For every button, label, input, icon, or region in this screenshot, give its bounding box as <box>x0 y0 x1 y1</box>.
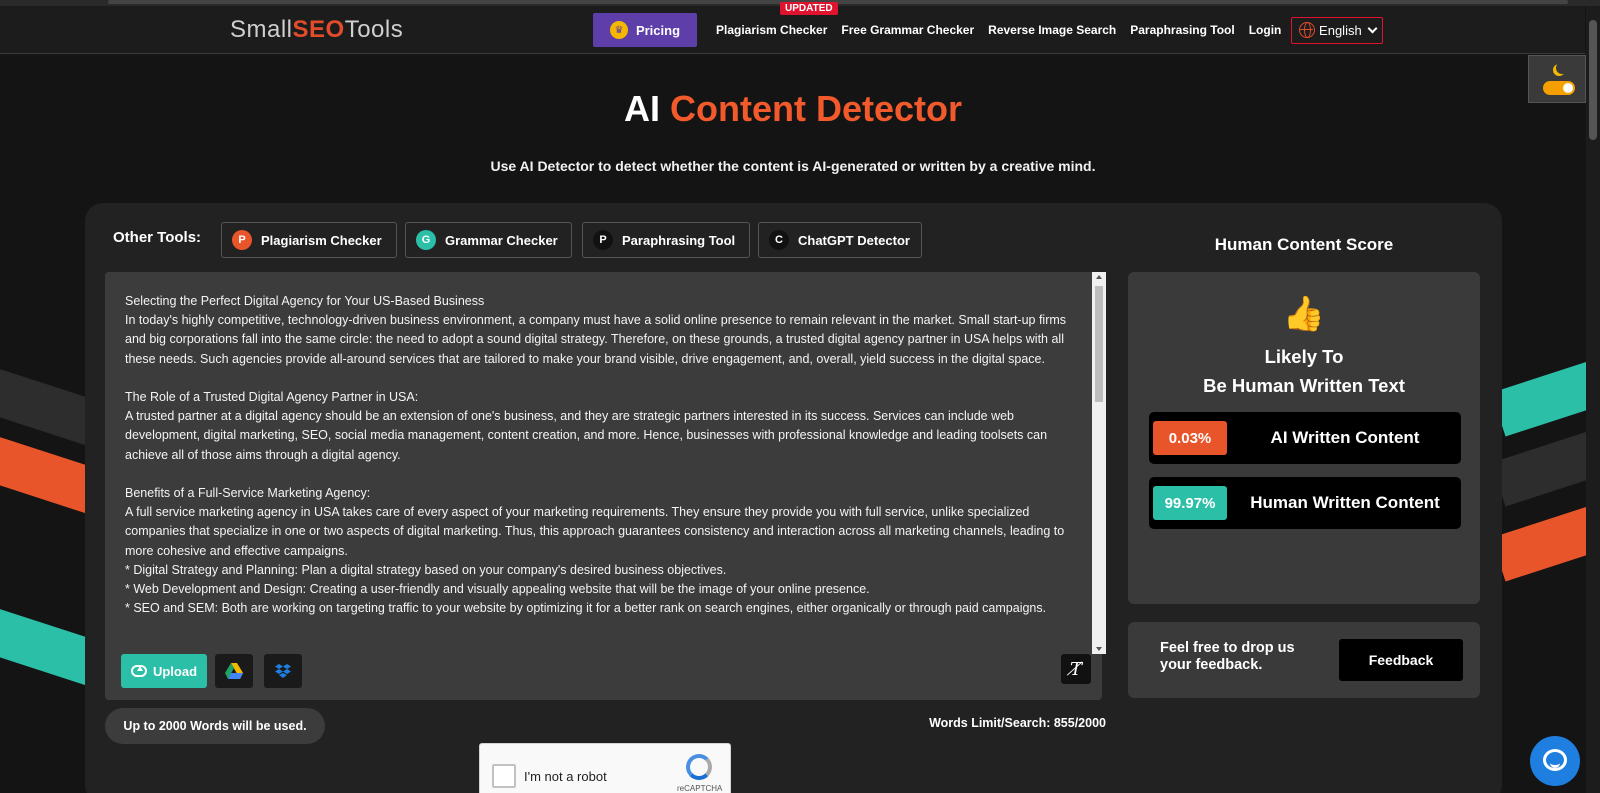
main-nav: ♛ Pricing UPDATED Plagiarism Checker Fre… <box>593 2 1384 47</box>
other-tools-label: Other Tools: <box>113 229 202 246</box>
nav-free-grammar-checker[interactable]: Free Grammar Checker <box>841 23 974 37</box>
chat-icon <box>1543 749 1567 771</box>
feedback-prompt: Feel free to drop us your feedback. <box>1160 640 1295 673</box>
dropbox-icon <box>275 664 291 678</box>
scroll-up-arrow[interactable] <box>1096 275 1102 279</box>
decor-stripe-teal-right <box>1491 349 1600 437</box>
words-count: Words Limit/Search: 855/2000 <box>929 716 1106 730</box>
tool-chatgpt-detector[interactable]: C ChatGPT Detector <box>758 222 922 258</box>
ai-percent-badge: 0.03% <box>1153 421 1227 455</box>
paraphrasing-icon: P <box>593 230 613 250</box>
feedback-button[interactable]: Feedback <box>1339 639 1463 681</box>
score-panel: 👍 Likely To Be Human Written Text 0.03% … <box>1128 272 1480 604</box>
updated-badge: UPDATED <box>780 2 838 15</box>
clear-format-button[interactable]: T̸ <box>1061 654 1091 684</box>
browser-tab-bar <box>108 0 1568 4</box>
clear-format-icon: T̸ <box>1069 658 1082 680</box>
globe-icon <box>1299 22 1316 38</box>
score-title: Human Content Score <box>1214 235 1394 254</box>
tool-paraphrasing-tool[interactable]: P Paraphrasing Tool <box>582 222 750 258</box>
crown-icon: ♛ <box>609 21 628 39</box>
scroll-down-arrow[interactable] <box>1096 647 1102 651</box>
feedback-panel: Feel free to drop us your feedback. Feed… <box>1128 622 1480 698</box>
language-selector[interactable]: English <box>1291 16 1384 44</box>
score-verdict: Likely To Be Human Written Text <box>1203 346 1405 396</box>
site-logo[interactable]: SmallSEOTools <box>230 16 403 44</box>
page-scrollbar-thumb[interactable] <box>1589 20 1597 140</box>
thumbs-up-icon: 👍 <box>1282 295 1326 333</box>
plagiarism-icon: P <box>232 230 252 250</box>
tool-plagiarism-checker[interactable]: P Plagiarism Checker <box>221 222 397 258</box>
ai-written-stat: 0.03% AI Written Content <box>1149 412 1461 464</box>
pricing-button[interactable]: ♛ Pricing <box>593 13 697 47</box>
editor-scrollbar-thumb[interactable] <box>1095 286 1103 402</box>
google-drive-button[interactable] <box>215 654 253 688</box>
dropbox-button[interactable] <box>264 654 302 688</box>
nav-plagiarism-checker[interactable]: UPDATED Plagiarism Checker <box>716 2 838 37</box>
page-title: AI Content Detector <box>623 88 963 129</box>
grammar-icon: G <box>416 230 436 250</box>
live-chat-button[interactable] <box>1530 736 1580 786</box>
editor-scrollbar[interactable] <box>1092 272 1106 654</box>
chevron-down-icon <box>1367 23 1378 33</box>
content-editor[interactable]: Selecting the Perfect Digital Agency for… <box>105 272 1106 700</box>
nav-paraphrasing-tool[interactable]: Paraphrasing Tool <box>1130 23 1234 37</box>
moon-icon <box>1556 62 1568 74</box>
human-percent-badge: 99.97% <box>1153 486 1227 520</box>
google-drive-icon <box>225 663 243 679</box>
site-header: SmallSEOTools ♛ Pricing UPDATED Plagiari… <box>0 2 1585 54</box>
chatgpt-icon: C <box>769 230 789 250</box>
content-textarea[interactable]: Selecting the Perfect Digital Agency for… <box>125 292 1071 652</box>
decor-stripe-orange-right <box>1491 494 1600 582</box>
tool-grammar-checker[interactable]: G Grammar Checker <box>405 222 572 258</box>
word-limit-note: Up to 2000 Words will be used. <box>105 708 325 744</box>
recaptcha-widget: I'm not a robot reCAPTCHA <box>479 743 731 793</box>
cloud-upload-icon <box>130 665 147 677</box>
upload-button[interactable]: Upload <box>121 654 207 688</box>
page-scrollbar[interactable] <box>1586 6 1600 793</box>
page-subtitle: Use AI Detector to detect whether the co… <box>490 158 1096 174</box>
recaptcha-icon <box>686 754 712 780</box>
human-written-stat: 99.97% Human Written Content <box>1149 477 1461 529</box>
recaptcha-checkbox[interactable] <box>492 764 516 788</box>
nav-reverse-image-search[interactable]: Reverse Image Search <box>988 23 1116 37</box>
nav-login[interactable]: Login <box>1249 23 1282 37</box>
